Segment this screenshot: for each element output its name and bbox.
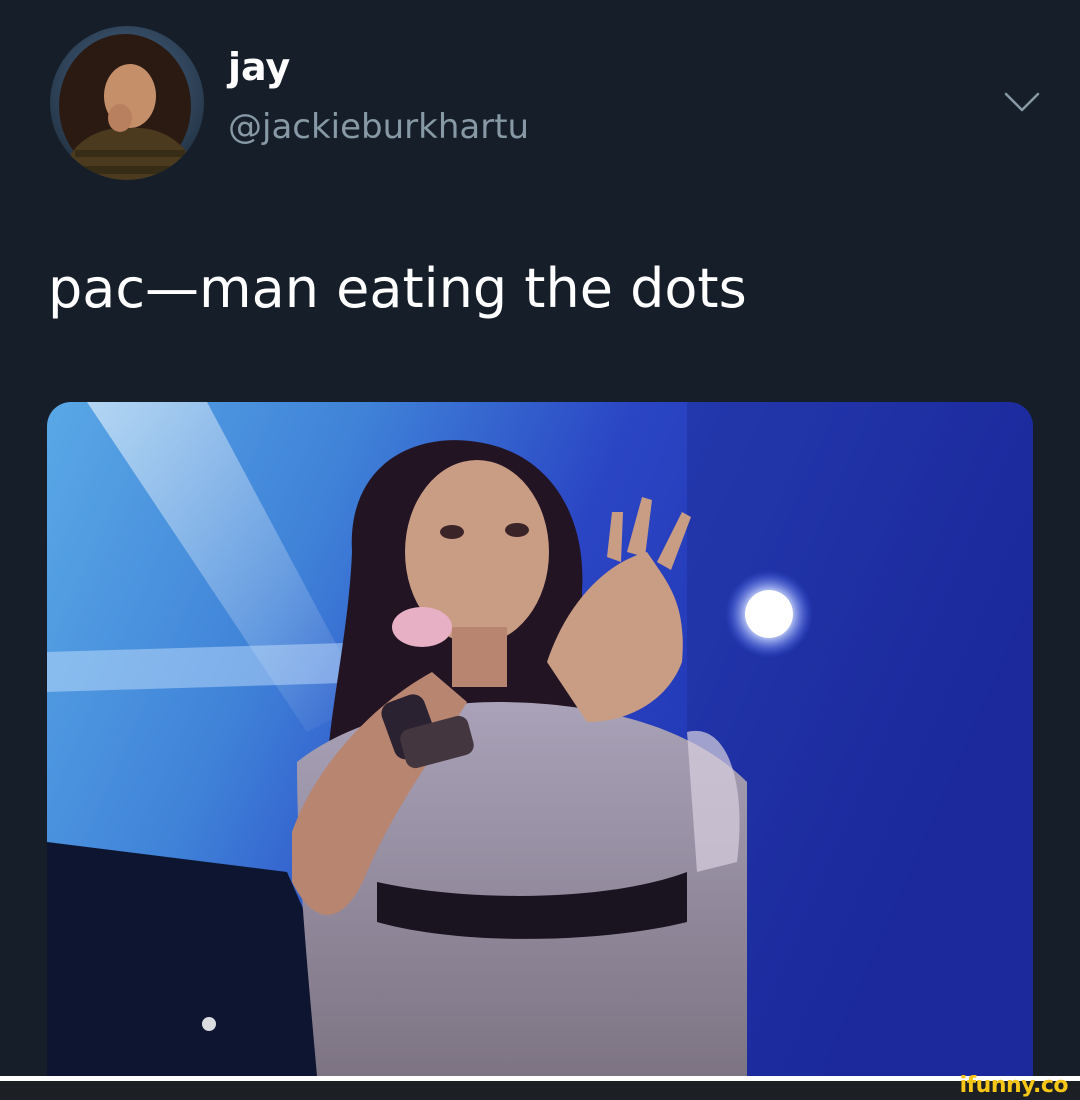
footer-strip (0, 1081, 1080, 1100)
concert-performer-photo (47, 402, 1033, 1076)
tweet-card: jay @jackieburkhartu pac—man eating the … (0, 0, 1080, 1076)
chevron-down-icon[interactable] (1002, 88, 1042, 118)
tweet-media-image[interactable] (47, 402, 1033, 1076)
avatar-photo (50, 26, 204, 180)
author-handle[interactable]: @jackieburkhartu (228, 110, 529, 144)
author-display-name[interactable]: jay (228, 48, 290, 86)
ifunny-watermark-logo: ifunny.co (959, 1073, 1069, 1098)
author-avatar[interactable] (50, 26, 204, 180)
tweet-text: pac—man eating the dots (48, 257, 747, 320)
